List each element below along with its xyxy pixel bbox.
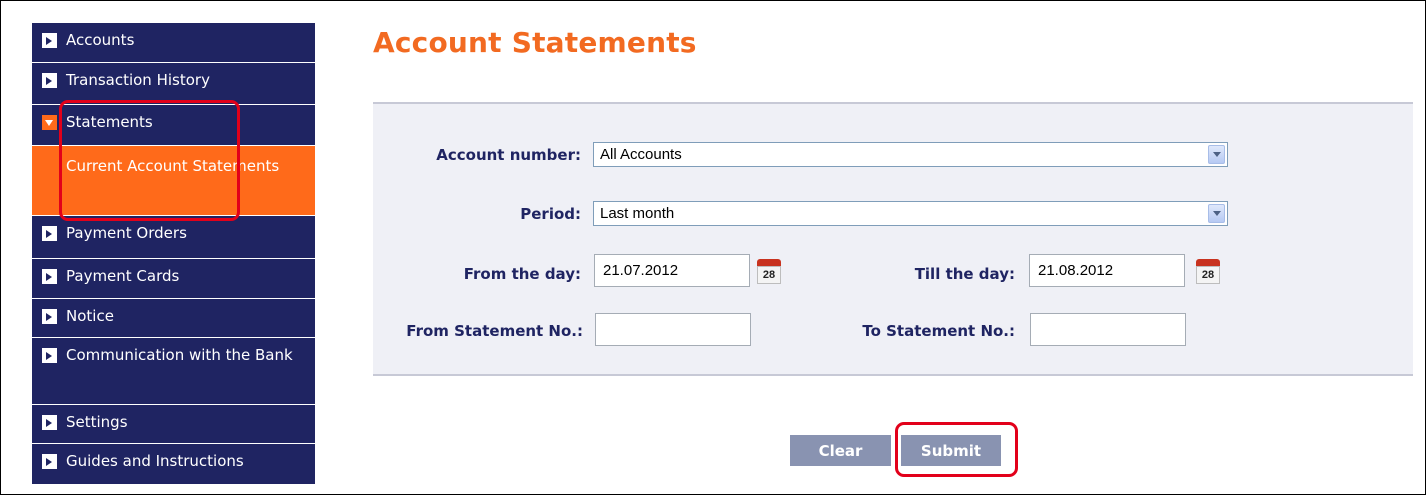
sidebar-item-notice[interactable]: Notice <box>32 299 315 338</box>
from-statement-label: From Statement No.: <box>406 322 583 340</box>
account-number-value: All Accounts <box>600 146 682 163</box>
arrow-right-icon <box>42 269 57 284</box>
period-value: Last month <box>600 205 675 222</box>
arrow-right-icon <box>42 309 57 324</box>
sidebar-item-label: Transaction History <box>66 71 210 89</box>
till-day-label: Till the day: <box>914 265 1015 283</box>
till-day-input[interactable] <box>1029 254 1185 287</box>
sidebar-item-label: Notice <box>66 307 114 325</box>
from-day-input[interactable] <box>594 254 750 287</box>
chevron-down-icon[interactable] <box>1208 145 1225 164</box>
arrow-right-icon <box>42 348 57 363</box>
highlight-box-statements <box>59 100 240 221</box>
from-statement-input[interactable] <box>595 313 751 346</box>
sidebar-item-settings[interactable]: Settings <box>32 405 315 444</box>
arrow-right-icon <box>42 415 57 430</box>
sidebar-item-label: Payment Cards <box>66 267 180 285</box>
sidebar-item-label: Communication with the Bank <box>66 346 293 364</box>
calendar-icon-day: 28 <box>1196 266 1220 284</box>
to-statement-label: To Statement No.: <box>862 322 1015 340</box>
to-statement-input[interactable] <box>1030 313 1186 346</box>
sidebar-item-label: Payment Orders <box>66 224 187 242</box>
from-day-label: From the day: <box>463 265 581 283</box>
period-select[interactable]: Last month <box>593 201 1228 226</box>
calendar-icon-day: 28 <box>757 266 781 284</box>
period-label: Period: <box>520 205 581 223</box>
arrow-right-icon <box>42 454 57 469</box>
account-number-select[interactable]: All Accounts <box>593 142 1228 167</box>
sidebar-item-label: Settings <box>66 413 128 431</box>
arrow-down-icon <box>42 115 57 130</box>
arrow-right-icon <box>42 33 57 48</box>
highlight-box-submit <box>895 422 1018 477</box>
account-number-label: Account number: <box>436 146 581 164</box>
arrow-right-icon <box>42 226 57 241</box>
chevron-down-icon[interactable] <box>1208 204 1225 223</box>
sidebar-item-accounts[interactable]: Accounts <box>32 23 315 63</box>
sidebar-item-label: Accounts <box>66 31 135 49</box>
calendar-icon[interactable]: 28 <box>1196 259 1220 284</box>
sidebar-item-guides-and-instructions[interactable]: Guides and Instructions <box>32 444 315 485</box>
sidebar-item-label: Guides and Instructions <box>66 452 244 470</box>
arrow-right-icon <box>42 73 57 88</box>
sidebar-nav: Accounts Transaction History Statements … <box>32 23 315 485</box>
sidebar-item-transaction-history[interactable]: Transaction History <box>32 63 315 105</box>
sidebar-item-payment-cards[interactable]: Payment Cards <box>32 259 315 299</box>
calendar-icon[interactable]: 28 <box>757 259 781 284</box>
sidebar-item-payment-orders[interactable]: Payment Orders <box>32 216 315 259</box>
clear-button[interactable]: Clear <box>790 435 891 466</box>
page-title: Account Statements <box>373 26 697 59</box>
sidebar-item-communication-with-the-bank[interactable]: Communication with the Bank <box>32 338 315 405</box>
